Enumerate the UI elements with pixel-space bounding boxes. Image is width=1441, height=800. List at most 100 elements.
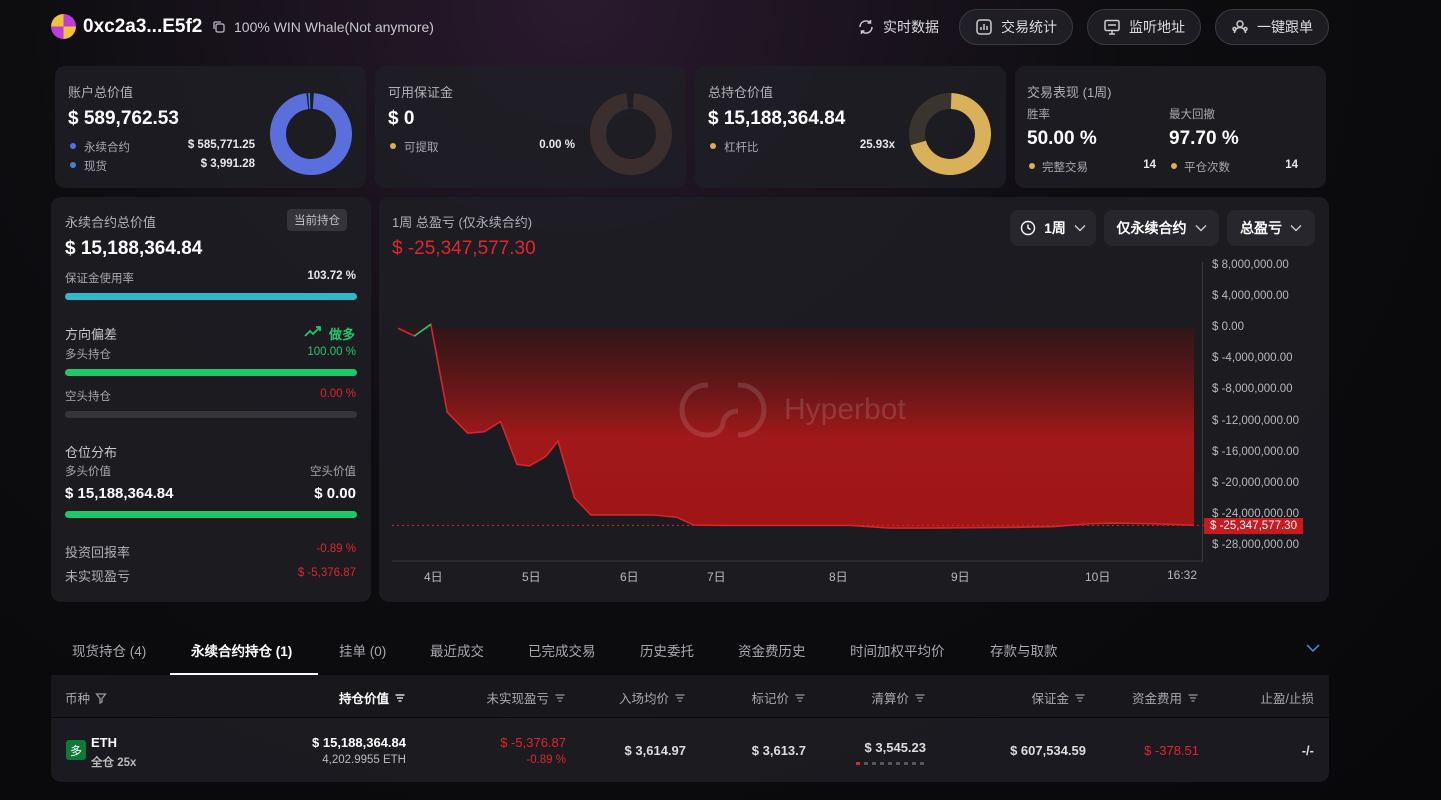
margin-cell: $ 607,534.59 <box>1010 743 1086 758</box>
trade-stats-button[interactable]: 交易统计 <box>959 9 1073 45</box>
liquidation-distance-bar <box>856 762 927 765</box>
account-value-title: 账户总价值 <box>68 85 134 100</box>
spot-legend-label: 现货 <box>84 161 107 173</box>
short-value-label: 空头价值 <box>310 466 356 478</box>
tab-3[interactable]: 最近成交 <box>430 640 484 660</box>
tpsl-cell[interactable]: -/- <box>1302 743 1314 758</box>
period-dropdown[interactable]: 1周 <box>1010 210 1096 246</box>
copy-trade-button[interactable]: 一键跟单 <box>1215 9 1329 45</box>
margin-usage-bar <box>65 293 357 300</box>
sort-icon <box>675 693 685 702</box>
margin-donut <box>590 93 672 175</box>
coin-name[interactable]: ETH <box>91 735 117 750</box>
y-axis-line <box>1202 262 1203 562</box>
tab-5[interactable]: 历史委托 <box>640 640 694 660</box>
position-value: $ 15,188,364.84 <box>708 108 846 129</box>
x-tick-label: 5日 <box>522 570 541 584</box>
table-header-1[interactable]: 持仓价值 <box>339 688 406 707</box>
leverage-label: 杠杆比 <box>724 142 759 154</box>
available-margin-title: 可用保证金 <box>388 85 454 100</box>
y-tick-label: $ -20,000,000.00 <box>1212 476 1299 489</box>
copy-icon[interactable] <box>212 20 226 34</box>
table-header-label: 止盈/止损 <box>1260 692 1314 706</box>
hyperbot-watermark-text: Hyperbot <box>784 393 906 426</box>
sort-icon <box>555 693 565 702</box>
drawdown-value: 97.70 % <box>1169 128 1239 149</box>
monitor-icon <box>1104 19 1120 35</box>
trend-up-icon <box>304 326 321 337</box>
account-donut-perp <box>270 93 352 175</box>
realtime-data-button[interactable]: 实时数据 <box>848 9 948 45</box>
x-tick-label: 4日 <box>424 570 443 584</box>
scope-dropdown[interactable]: 仅永续合约 <box>1104 210 1219 246</box>
chevron-down-icon <box>1074 225 1086 232</box>
table-header-4[interactable]: 标记价 <box>751 688 806 707</box>
x-tick-label: 6日 <box>620 570 639 584</box>
perp-total-title: 永续合约总价值 <box>65 215 157 230</box>
short-position-label: 空头持仓 <box>65 391 111 403</box>
long-position-bar <box>65 369 357 376</box>
performance-title: 交易表现 (1周) <box>1027 85 1112 100</box>
tab-6[interactable]: 资金费历史 <box>738 640 806 660</box>
metric-dropdown-label: 总盈亏 <box>1240 220 1282 236</box>
chart-icon <box>976 19 992 35</box>
users-icon <box>1232 20 1248 34</box>
hyperbot-logo-watermark <box>679 382 767 438</box>
chevron-down-icon <box>1195 225 1206 232</box>
tab-2[interactable]: 挂单 (0) <box>339 640 386 660</box>
realtime-data-label: 实时数据 <box>883 19 939 35</box>
trade-stats-label: 交易统计 <box>1001 19 1057 35</box>
roi-label: 投资回报率 <box>65 545 131 560</box>
tab-1[interactable]: 永续合约持仓 (1) <box>191 640 292 660</box>
table-header-0[interactable]: 币种 <box>65 688 107 707</box>
drawdown-label: 最大回撤 <box>1169 109 1215 121</box>
margin-usage-label: 保证金使用率 <box>65 273 134 285</box>
sort-icon <box>1075 693 1085 702</box>
sort-icon <box>395 693 405 702</box>
funding-cell: $ -378.51 <box>1144 743 1199 758</box>
table-header-3[interactable]: 入场均价 <box>619 688 686 707</box>
available-margin-value: $ 0 <box>388 108 415 129</box>
x-tick-label: 16:32 <box>1167 568 1198 582</box>
y-tick-label: $ 8,000,000.00 <box>1212 259 1289 271</box>
liquidation-distance-marker <box>856 762 860 765</box>
pnl-chart-value: $ -25,347,577.30 <box>392 238 536 259</box>
close-count-dot <box>1171 163 1177 169</box>
metric-dropdown[interactable]: 总盈亏 <box>1227 210 1315 246</box>
y-tick-label: $ -4,000,000.00 <box>1212 352 1293 365</box>
upnl-value: $ -5,376.87 <box>297 567 356 579</box>
x-tick-label: 9日 <box>951 570 970 584</box>
upnl-pct-cell: -0.89 % <box>526 754 566 766</box>
distribution-label: 仓位分布 <box>65 445 118 460</box>
table-row[interactable] <box>51 718 1329 782</box>
table-header-6[interactable]: 保证金 <box>1031 688 1086 707</box>
tab-8[interactable]: 存款与取款 <box>990 640 1058 660</box>
long-position-bar-fill <box>65 369 357 376</box>
mark-price-cell: $ 3,613.7 <box>751 743 806 758</box>
tab-4[interactable]: 已完成交易 <box>528 640 596 660</box>
tab-0[interactable]: 现货持仓 (4) <box>72 640 146 660</box>
table-header-8[interactable]: 止盈/止损 <box>1261 688 1314 707</box>
sort-icon <box>795 693 805 702</box>
leverage-value: 25.93x <box>859 139 895 151</box>
y-tick-label: $ -12,000,000.00 <box>1212 414 1299 427</box>
entry-price-cell: $ 3,614.97 <box>624 743 686 758</box>
winrate-label: 胜率 <box>1027 109 1050 121</box>
close-count-label: 平仓次数 <box>1184 162 1230 174</box>
table-header-2[interactable]: 未实现盈亏 <box>486 688 566 707</box>
table-header-5[interactable]: 清算价 <box>871 688 926 707</box>
table-header-7[interactable]: 资金费用 <box>1132 688 1199 707</box>
position-value-title: 总持仓价值 <box>708 85 774 100</box>
expand-chevron-icon[interactable] <box>1306 643 1320 653</box>
account-value: $ 589,762.53 <box>68 108 179 129</box>
withdrawable-label: 可提取 <box>404 142 439 154</box>
distribution-bar <box>65 511 357 518</box>
direction-value: 做多 <box>329 327 356 342</box>
perp-total-value: $ 15,188,364.84 <box>65 238 203 259</box>
tab-7[interactable]: 时间加权平均价 <box>850 640 945 660</box>
position-value-cell: $ 15,188,364.84 <box>312 735 406 750</box>
monitor-address-button[interactable]: 监听地址 <box>1087 9 1201 45</box>
table-header-label: 保证金 <box>1031 692 1069 706</box>
close-count-value: 14 <box>1285 159 1298 171</box>
table-header-label: 清算价 <box>871 692 909 706</box>
